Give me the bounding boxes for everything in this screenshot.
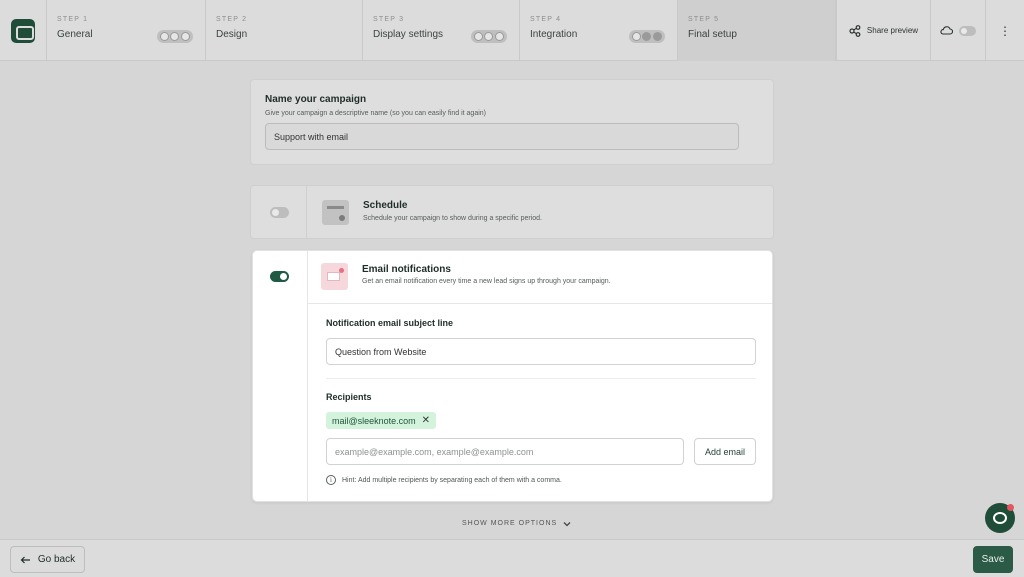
share-preview-button[interactable]: Share preview <box>836 0 931 61</box>
step-design[interactable]: STEP 2 Design <box>206 0 363 61</box>
schedule-subtitle: Schedule your campaign to show during a … <box>363 215 542 222</box>
email-notifications-toggle[interactable] <box>270 271 289 282</box>
add-email-button[interactable]: Add email <box>694 438 756 465</box>
subject-line-input[interactable]: Question from Website <box>326 338 756 365</box>
schedule-toggle[interactable] <box>270 207 289 218</box>
campaign-name-card: Name your campaign Give your campaign a … <box>250 79 774 165</box>
step-name: Design <box>216 29 248 40</box>
more-vertical-icon: ⋮ <box>999 23 1011 38</box>
save-button[interactable]: Save <box>973 546 1013 573</box>
header-divider <box>307 303 772 304</box>
chat-support-button[interactable] <box>985 503 1015 533</box>
step-progress-dots <box>157 30 193 43</box>
share-preview-label: Share preview <box>866 26 919 35</box>
step-number: STEP 2 <box>216 16 248 23</box>
recipients-hint: i Hint: Add multiple recipients by separ… <box>326 475 562 485</box>
column-divider <box>306 186 307 238</box>
more-options-button[interactable]: ⋮ <box>986 0 1024 61</box>
step-progress-dots <box>629 30 665 43</box>
campaign-name-input[interactable]: Support with email <box>265 123 739 150</box>
bottom-bar: Go back Save <box>0 539 1024 577</box>
info-icon: i <box>326 475 336 485</box>
step-number: STEP 5 <box>688 16 720 23</box>
cloud-sync-control[interactable] <box>931 0 986 61</box>
recipient-chip-label: mail@sleeknote.com <box>332 415 416 426</box>
schedule-card: Schedule Schedule your campaign to show … <box>250 185 774 239</box>
step-final-setup[interactable]: STEP 5 Final setup <box>678 0 836 61</box>
recipient-email-input[interactable]: example@example.com, example@example.com <box>326 438 684 465</box>
hint-text: Hint: Add multiple recipients by separat… <box>342 476 562 484</box>
app-logo[interactable] <box>11 18 35 43</box>
chevron-down-icon <box>563 521 571 526</box>
cloud-sync-toggle[interactable] <box>959 25 976 36</box>
show-more-options-toggle[interactable]: SHOW MORE OPTIONS <box>462 520 571 527</box>
subject-line-label: Notification email subject line <box>326 318 454 328</box>
mail-notification-icon <box>321 263 348 290</box>
logo-cell[interactable] <box>0 0 47 61</box>
calendar-icon <box>322 200 349 225</box>
top-bar: STEP 1 General STEP 2 Design STEP 3 Disp… <box>0 0 1024 61</box>
step-name: Final setup <box>688 29 737 40</box>
recipients-label: Recipients <box>326 392 372 402</box>
campaign-name-title: Name your campaign <box>265 94 367 105</box>
step-general[interactable]: STEP 1 General <box>47 0 206 61</box>
show-more-label: SHOW MORE OPTIONS <box>462 520 558 527</box>
remove-recipient-icon[interactable]: ✕ <box>422 415 430 426</box>
section-divider <box>326 378 756 379</box>
step-display-settings[interactable]: STEP 3 Display settings <box>363 0 520 61</box>
go-back-label: Go back <box>37 554 76 565</box>
recipient-chip: mail@sleeknote.com ✕ <box>326 412 437 429</box>
arrow-left-icon <box>20 556 30 563</box>
schedule-title: Schedule <box>363 200 408 211</box>
email-notifications-card: Email notifications Get an email notific… <box>252 250 773 502</box>
step-number: STEP 3 <box>373 16 405 23</box>
step-number: STEP 4 <box>530 16 562 23</box>
step-integration[interactable]: STEP 4 Integration <box>520 0 678 61</box>
email-notifications-title: Email notifications <box>362 264 451 275</box>
step-number: STEP 1 <box>57 16 89 23</box>
email-notifications-subtitle: Get an email notification every time a n… <box>362 278 611 285</box>
step-progress-dots <box>471 30 507 43</box>
go-back-button[interactable]: Go back <box>10 546 85 573</box>
campaign-name-subtitle: Give your campaign a descriptive name (s… <box>265 110 486 117</box>
cloud-icon <box>940 26 953 35</box>
chat-icon <box>993 512 1007 524</box>
share-icon <box>849 24 861 37</box>
column-divider <box>307 251 308 501</box>
